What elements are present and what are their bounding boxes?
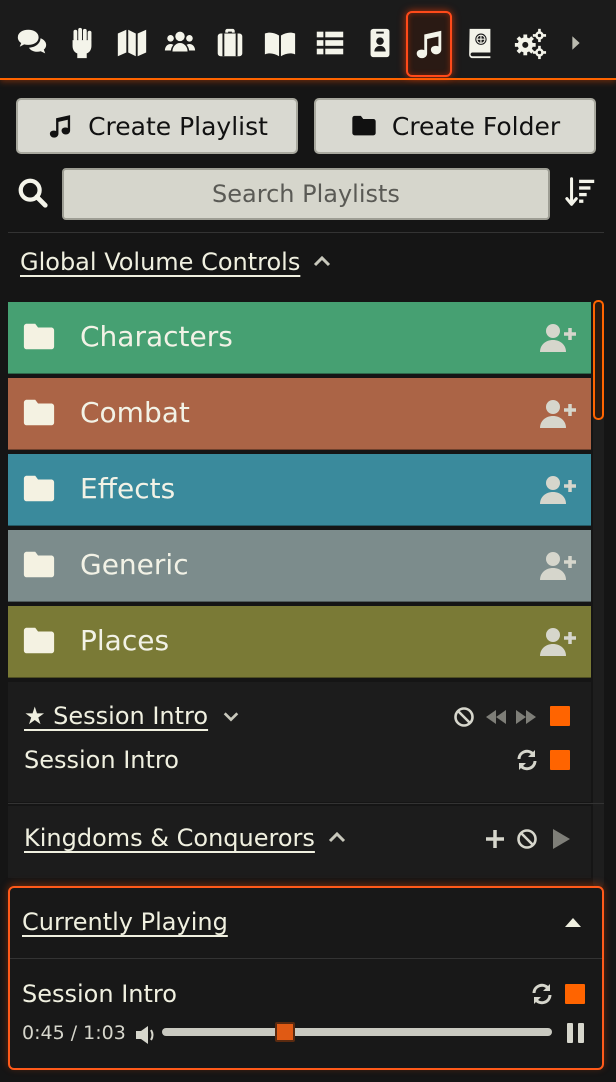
tab-tables[interactable] (308, 12, 352, 74)
folder-places[interactable]: Places (8, 606, 591, 678)
playlist-kingdoms: Kingdoms & Conquerors (8, 806, 591, 878)
folder-icon (23, 475, 55, 502)
playlist-title[interactable]: Kingdoms & Conquerors (24, 824, 315, 852)
users-icon (164, 31, 196, 52)
playback-time: 0:45 / 1:03 (22, 1022, 126, 1044)
book-open-icon (264, 32, 296, 57)
tab-settings[interactable] (508, 12, 552, 74)
create-folder-button[interactable]: Create Folder (314, 98, 596, 154)
currently-playing-header[interactable]: Currently Playing (22, 908, 228, 936)
folder-icon (23, 399, 55, 426)
user-plus-icon[interactable] (539, 322, 577, 354)
playlist-header[interactable]: ★ Session Intro (24, 702, 240, 730)
map-icon (117, 29, 147, 57)
suitcase-icon (217, 28, 243, 57)
backward-icon[interactable] (484, 708, 508, 726)
folder-icon (23, 551, 55, 578)
folder-name: Characters (80, 320, 233, 353)
playlist-title[interactable]: ★ Session Intro (24, 702, 208, 730)
tab-playlists[interactable] (406, 11, 452, 77)
create-folder-label: Create Folder (391, 111, 561, 141)
folder-icon (352, 115, 376, 136)
folder-name: Combat (80, 396, 190, 429)
global-volume-toggle[interactable]: Global Volume Controls (20, 248, 332, 276)
chevron-up-icon[interactable] (327, 828, 347, 848)
slider-thumb[interactable] (275, 1022, 295, 1042)
folder-generic[interactable]: Generic (8, 530, 591, 602)
repeat-icon[interactable] (515, 748, 539, 772)
tab-scenes[interactable] (110, 12, 154, 74)
caret-right-icon (572, 36, 580, 50)
playlist-session-intro: ★ Session Intro Session Intro (8, 682, 591, 802)
folder-icon (23, 323, 55, 350)
global-volume-label: Global Volume Controls (20, 248, 301, 276)
user-plus-icon[interactable] (539, 474, 577, 506)
music-icon (49, 115, 71, 138)
caret-up-icon[interactable] (564, 916, 582, 928)
divider (8, 232, 604, 233)
create-playlist-button[interactable]: Create Playlist (16, 98, 298, 154)
stop-all-icon[interactable] (516, 828, 538, 850)
tab-combat[interactable] (60, 12, 104, 74)
tab-journal[interactable] (258, 12, 302, 74)
tab-actors[interactable] (158, 12, 202, 74)
playing-sound-name: Session Intro (22, 980, 177, 1008)
sound-name[interactable]: Session Intro (24, 746, 179, 774)
play-icon[interactable] (550, 828, 572, 850)
id-badge-icon (370, 28, 390, 58)
tab-chat[interactable] (10, 12, 54, 74)
stop-icon[interactable] (550, 750, 570, 770)
cogs-icon (514, 28, 547, 60)
music-icon (416, 30, 442, 59)
user-plus-icon[interactable] (539, 550, 577, 582)
stop-icon[interactable] (550, 706, 570, 726)
chevron-down-icon[interactable] (222, 707, 240, 725)
repeat-icon[interactable] (530, 982, 554, 1006)
tab-compendium[interactable] (458, 12, 502, 74)
tab-cards[interactable] (358, 12, 402, 74)
plus-icon[interactable] (484, 828, 506, 850)
forward-icon[interactable] (514, 708, 538, 726)
folder-characters[interactable]: Characters (8, 302, 591, 374)
th-list-icon (316, 31, 344, 55)
pause-icon[interactable] (566, 1022, 586, 1044)
currently-playing-panel: Currently Playing Session Intro 0:45 / 1… (8, 886, 604, 1070)
folder-combat[interactable]: Combat (8, 378, 591, 450)
folder-name: Effects (80, 472, 176, 505)
user-plus-icon[interactable] (539, 626, 577, 658)
search-icon[interactable] (16, 176, 50, 210)
folder-name: Places (80, 624, 170, 657)
divider (8, 803, 604, 804)
volume-slider[interactable] (162, 1022, 552, 1042)
fist-raised-icon (72, 27, 92, 59)
sort-amount-icon[interactable] (564, 174, 598, 210)
folder-name: Generic (80, 548, 189, 581)
tab-items[interactable] (208, 12, 252, 74)
scrollbar-thumb[interactable] (593, 300, 604, 420)
stop-all-icon[interactable] (453, 706, 475, 728)
atlas-icon (469, 28, 491, 59)
comments-icon (17, 29, 47, 54)
tab-collapse[interactable] (556, 12, 596, 74)
stop-icon[interactable] (565, 984, 585, 1004)
playlist-header[interactable]: Kingdoms & Conquerors (24, 824, 347, 852)
chevron-up-icon (314, 255, 331, 267)
folder-effects[interactable]: Effects (8, 454, 591, 526)
create-playlist-label: Create Playlist (88, 111, 268, 141)
volume-icon[interactable] (134, 1024, 158, 1046)
folder-icon (23, 627, 55, 654)
divider (10, 958, 602, 959)
search-input[interactable] (62, 168, 550, 220)
sidebar-tabs (0, 0, 616, 80)
user-plus-icon[interactable] (539, 398, 577, 430)
